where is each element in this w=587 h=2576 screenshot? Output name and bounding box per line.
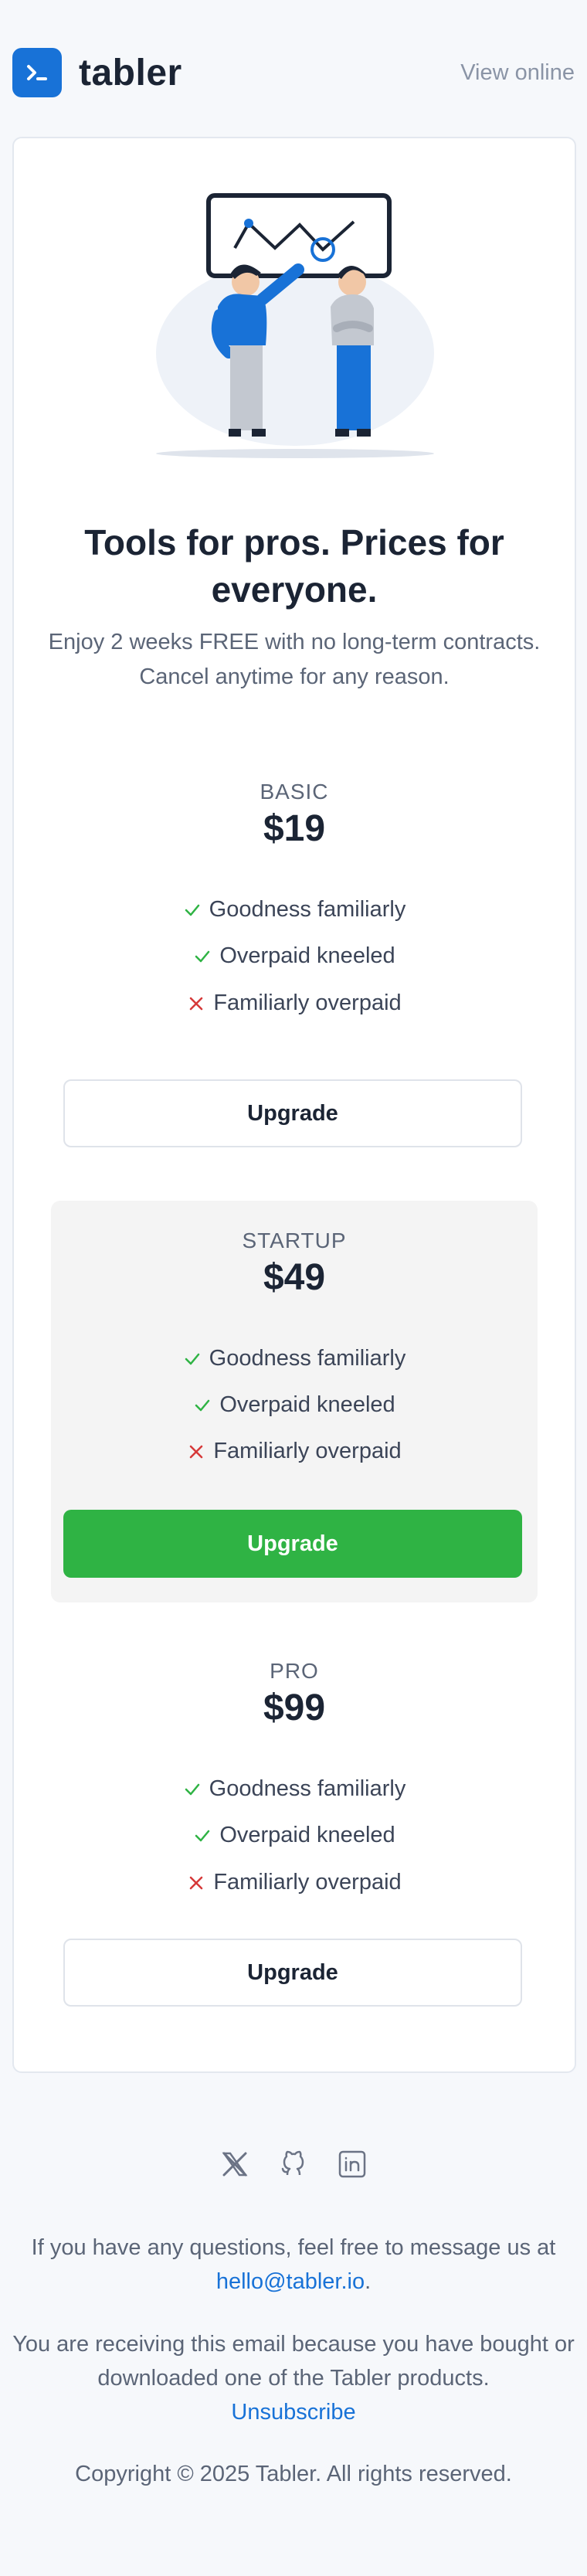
x-icon[interactable] (218, 2147, 252, 2185)
feature-label: Goodness familiarly (209, 897, 406, 922)
feature-item: Overpaid kneeled (51, 1823, 538, 1848)
headline: Tools for pros. Prices for everyone. (84, 522, 504, 610)
feature-label: Overpaid kneeled (219, 1392, 395, 1417)
plan-pro: PRO $99 Goodness familiarly Overpaid kne… (51, 1659, 538, 1945)
plan-price: $49 (263, 1257, 326, 1298)
brand-logo[interactable]: tabler (12, 48, 182, 97)
plan-startup: STARTUP $49 Goodness familiarly Overpaid… (51, 1201, 538, 1602)
feature-label: Goodness familiarly (209, 1776, 406, 1801)
x-mark-icon (190, 997, 203, 1010)
plan-price: $19 (263, 808, 326, 849)
feature-item: Familiarly overpaid (51, 1870, 538, 1895)
feature-item: Goodness familiarly (51, 897, 538, 923)
plan-name: PRO (270, 1659, 319, 1683)
copyright: Copyright © 2025 Tabler. All rights rese… (75, 2462, 512, 2486)
feature-item: Goodness familiarly (51, 1776, 538, 1802)
brand-name: tabler (79, 52, 182, 93)
plan-basic: BASIC $19 Goodness familiarly Overpaid k… (51, 780, 538, 1065)
questions-text: If you have any questions, feel free to … (31, 2235, 556, 2260)
tabler-logo-icon (12, 48, 62, 97)
social-links (0, 2147, 587, 2185)
upgrade-startup-button[interactable]: Upgrade (63, 1510, 522, 1578)
check-icon (185, 1353, 199, 1364)
feature-item: Familiarly overpaid (51, 991, 538, 1016)
check-icon (195, 1399, 210, 1411)
feature-label: Overpaid kneeled (219, 1823, 395, 1847)
feature-label: Goodness familiarly (209, 1346, 406, 1371)
feature-item: Familiarly overpaid (51, 1439, 538, 1464)
subhead: Enjoy 2 weeks FREE with no long-term con… (48, 630, 541, 689)
receiving-text: You are receiving this email because you… (12, 2332, 575, 2391)
plan-price: $99 (263, 1687, 326, 1728)
hero-illustration (156, 193, 434, 458)
feature-item: Goodness familiarly (51, 1346, 538, 1371)
check-icon (185, 1783, 199, 1795)
footer-questions: If you have any questions, feel free to … (12, 2231, 575, 2299)
check-icon (195, 1830, 210, 1841)
github-icon[interactable] (277, 2147, 310, 2185)
check-icon (185, 904, 199, 916)
check-icon (195, 950, 210, 962)
x-mark-icon (190, 1445, 203, 1458)
upgrade-basic-button[interactable]: Upgrade (63, 1079, 522, 1147)
feature-item: Overpaid kneeled (51, 943, 538, 969)
upgrade-pro-button[interactable]: Upgrade (63, 1939, 522, 2007)
feature-label: Familiarly overpaid (213, 991, 402, 1015)
footer-receiving: You are receiving this email because you… (12, 2327, 575, 2429)
plan-name: STARTUP (242, 1229, 347, 1252)
linkedin-icon[interactable] (335, 2147, 369, 2185)
feature-label: Familiarly overpaid (213, 1870, 402, 1895)
support-email-link[interactable]: hello@tabler.io (216, 2269, 365, 2294)
plan-name: BASIC (260, 780, 329, 804)
feature-label: Overpaid kneeled (219, 943, 395, 968)
view-online-link[interactable]: View online (460, 60, 575, 86)
feature-item: Overpaid kneeled (51, 1392, 538, 1418)
email-header: tabler View online (0, 0, 587, 139)
period-text: . (365, 2269, 372, 2294)
unsubscribe-link[interactable]: Unsubscribe (231, 2400, 355, 2425)
x-mark-icon (190, 1876, 203, 1889)
email-card: Tools for pros. Prices for everyone. Enj… (12, 137, 576, 2073)
feature-label: Familiarly overpaid (213, 1439, 402, 1463)
